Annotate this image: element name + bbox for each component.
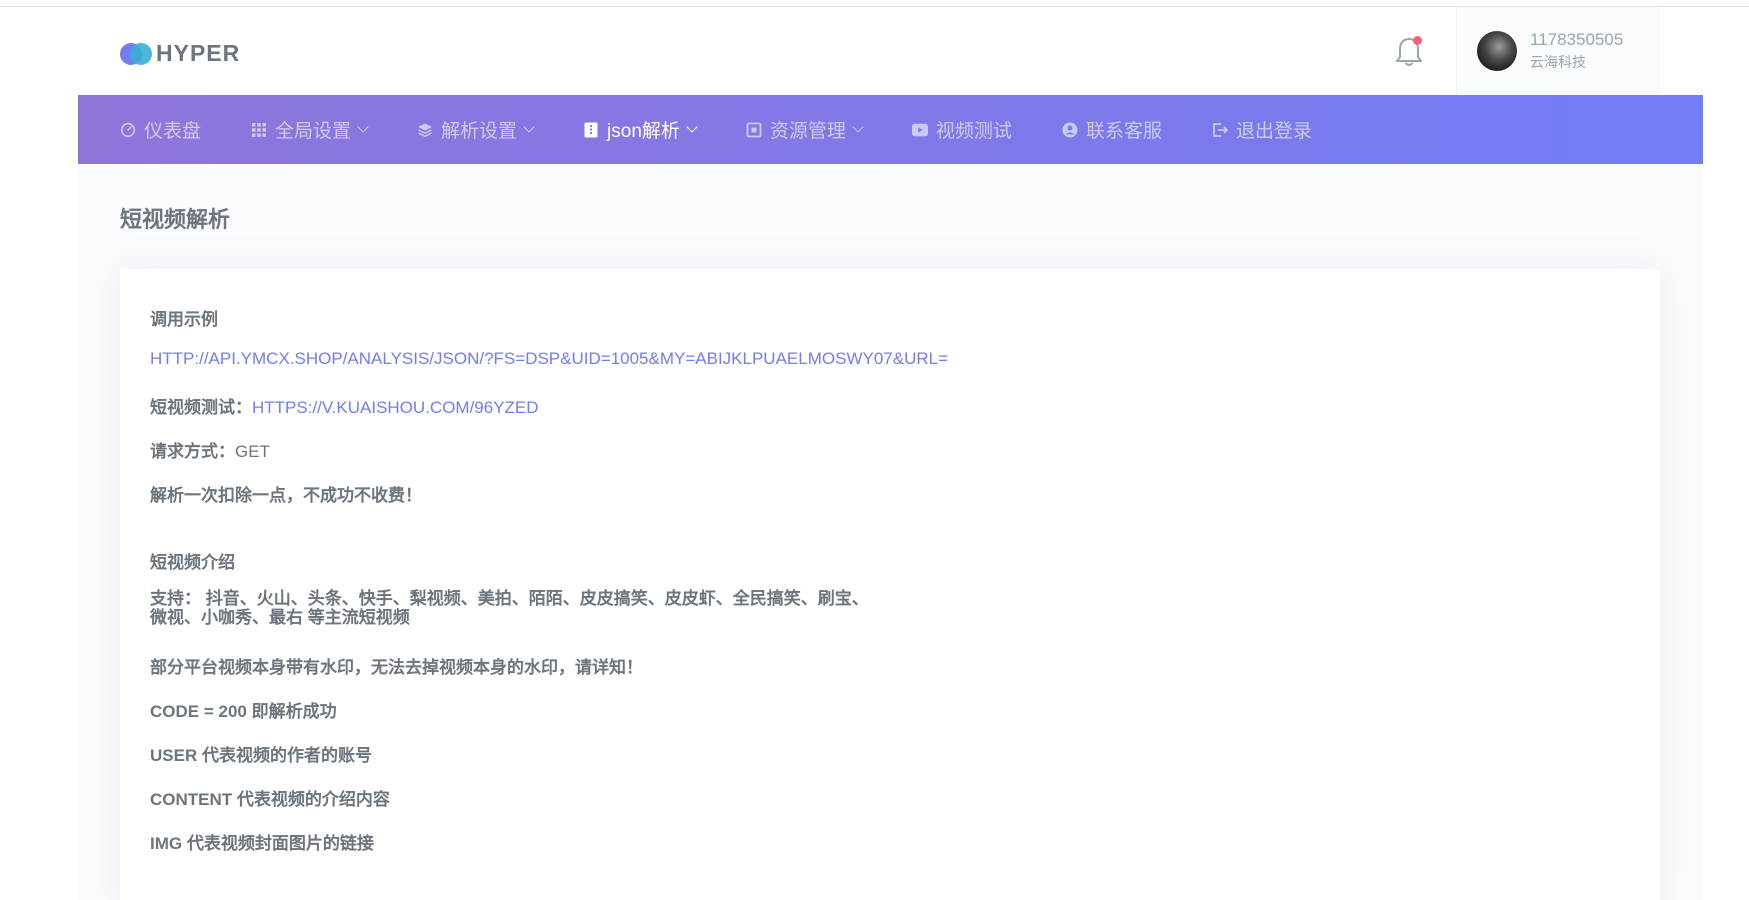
notification-dot: [1413, 36, 1422, 45]
logo-text: HYPER: [156, 40, 241, 66]
method-value: GET: [235, 442, 270, 461]
nav-item-resources[interactable]: 资源管理: [746, 116, 864, 143]
logo[interactable]: HYPER: [120, 40, 240, 67]
test-line: 短视频测试：HTTPS://V.KUAISHOU.COM/96YZED: [150, 393, 539, 418]
api-url-line: HTTP://API.YMCX.SHOP/ANALYSIS/JSON/?FS=D…: [150, 349, 948, 369]
nav-item-support[interactable]: 联系客服: [1062, 116, 1162, 143]
speedometer-icon: [120, 122, 136, 138]
nav-item-logout[interactable]: 退出登录: [1212, 116, 1312, 143]
document-icon: [583, 122, 599, 138]
method-line: 请求方式：GET: [150, 437, 270, 462]
nav-item-label: 联系客服: [1085, 121, 1162, 142]
logout-icon: [1212, 122, 1228, 138]
watermark-note: 部分平台视频本身带有水印，无法去掉视频本身的水印，请详知！: [150, 658, 643, 677]
logo-mark-icon: [120, 42, 152, 65]
user-menu[interactable]: 1178350505 云海科技: [1456, 7, 1659, 95]
nav-item-video-test[interactable]: 视频测试: [911, 116, 1012, 143]
page-title: 短视频解析: [120, 207, 231, 232]
nav-item-parse-settings[interactable]: 解析设置: [417, 116, 535, 143]
fee-note: 解析一次扣除一点，不成功不收费！: [150, 486, 422, 505]
support-line-2: 微视、小咖秀、最右 等主流短视频: [150, 608, 410, 627]
chevron-down-icon: [523, 121, 535, 133]
topbar: HYPER 1178350505 云海科技: [78, 7, 1703, 95]
support-line-1: 支持： 抖音、火山、头条、快手、梨视频、美拍、陌陌、皮皮搞笑、皮皮虾、全民搞笑、…: [150, 589, 869, 608]
puzzle-icon: [746, 122, 762, 138]
support-text: 支持： 抖音、火山、头条、快手、梨视频、美拍、陌陌、皮皮搞笑、皮皮虾、全民搞笑、…: [150, 589, 869, 627]
nav-item-dashboard[interactable]: 仪表盘: [120, 116, 201, 143]
nav-item-global-settings[interactable]: 全局设置: [251, 116, 369, 143]
user-name: 1178350505: [1530, 30, 1624, 49]
code-note: CODE = 200 即解析成功: [150, 702, 337, 721]
chevron-down-icon: [357, 121, 369, 133]
avatar: [1477, 31, 1517, 71]
nav-item-label: 退出登录: [1235, 121, 1312, 142]
layers-icon: [417, 122, 433, 138]
video-icon: [911, 122, 928, 138]
chevron-down-icon: [686, 121, 698, 133]
nav-item-label: 全局设置: [275, 121, 352, 142]
content-note: CONTENT 代表视频的介绍内容: [150, 790, 390, 809]
nav-item-json-parse[interactable]: json解析: [583, 116, 698, 143]
user-note: USER 代表视频的作者的账号: [150, 746, 372, 765]
test-url-link[interactable]: HTTPS://V.KUAISHOU.COM/96YZED: [252, 398, 539, 417]
app-shell: HYPER 1178350505 云海科技 仪表盘 全局设置 解析设置 json…: [78, 7, 1703, 900]
example-heading: 调用示例: [150, 310, 218, 329]
api-url-link[interactable]: HTTP://API.YMCX.SHOP/ANALYSIS/JSON/?FS=D…: [150, 349, 948, 368]
nav-item-label: 资源管理: [769, 121, 846, 142]
test-label: 短视频测试：: [150, 398, 252, 417]
user-circle-icon: [1062, 122, 1078, 138]
chevron-down-icon: [852, 121, 864, 133]
nav-item-label: 仪表盘: [144, 121, 202, 142]
nav-item-label: 解析设置: [441, 121, 518, 142]
main-nav: 仪表盘 全局设置 解析设置 json解析 资源管理 视频测试 联系客服 退出登录: [78, 95, 1703, 164]
intro-heading: 短视频介绍: [150, 553, 235, 572]
grid-icon: [251, 122, 267, 138]
nav-item-label: 视频测试: [935, 121, 1012, 142]
notification-bell-icon[interactable]: [1394, 35, 1424, 69]
nav-item-label: json解析: [607, 121, 680, 142]
method-label: 请求方式：: [150, 442, 235, 461]
content-card: 调用示例 HTTP://API.YMCX.SHOP/ANALYSIS/JSON/…: [120, 269, 1660, 900]
img-note: IMG 代表视频封面图片的链接: [150, 834, 374, 853]
user-org: 云海科技: [1530, 54, 1586, 70]
